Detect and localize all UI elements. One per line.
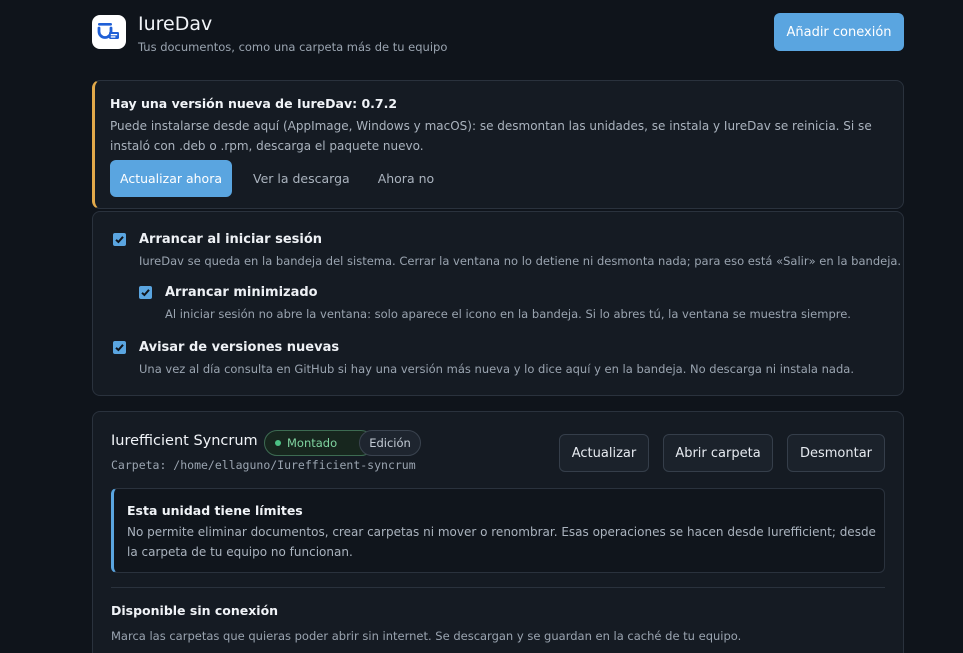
start-minimized-label[interactable]: Arrancar minimizado xyxy=(165,285,318,300)
app-title: IureDav xyxy=(138,13,213,35)
check-icon xyxy=(115,344,124,352)
offline-description: Marca las carpetas que quieras poder abr… xyxy=(111,629,742,643)
check-icon xyxy=(141,289,150,297)
update-notice-description: Puede instalarse desde aquí (AppImage, W… xyxy=(110,119,872,153)
notify-versions-checkbox[interactable] xyxy=(113,341,126,354)
divider xyxy=(111,587,885,588)
add-connection-button[interactable]: Añadir conexión xyxy=(774,13,904,51)
update-notice: Hay una versión nueva de IureDav: 0.7.2 … xyxy=(92,80,904,209)
unmount-button[interactable]: Desmontar xyxy=(787,434,885,472)
app-header: IureDav Tus documentos, como una carpeta… xyxy=(92,13,904,55)
status-badge: Montado xyxy=(264,430,374,456)
notify-versions-label[interactable]: Avisar de versiones nuevas xyxy=(139,340,339,355)
status-dot-icon xyxy=(275,440,281,446)
view-download-link[interactable]: Ver la descarga xyxy=(253,171,350,186)
check-icon xyxy=(115,236,124,244)
open-folder-button[interactable]: Abrir carpeta xyxy=(663,434,773,472)
offline-title: Disponible sin conexión xyxy=(111,603,279,618)
settings-panel: Arrancar al iniciar sesión IureDav se qu… xyxy=(92,211,904,396)
mode-badge: Edición xyxy=(359,430,421,456)
start-on-login-label[interactable]: Arrancar al iniciar sesión xyxy=(139,232,322,247)
update-now-button[interactable]: Actualizar ahora xyxy=(110,160,232,197)
app-logo-icon xyxy=(92,15,126,49)
limits-title: Esta unidad tiene límites xyxy=(127,503,303,518)
not-now-button[interactable]: Ahora no xyxy=(378,171,434,186)
status-badge-label: Montado xyxy=(287,436,338,450)
start-minimized-description: Al iniciar sesión no abre la ventana: so… xyxy=(165,307,851,321)
drive-limits-notice: Esta unidad tiene límites No permite eli… xyxy=(111,488,885,573)
start-minimized-checkbox[interactable] xyxy=(139,286,152,299)
drive-path: Carpeta: /home/ellaguno/Iurefficient-syn… xyxy=(111,458,416,472)
limits-description: No permite eliminar documentos, crear ca… xyxy=(127,525,876,559)
start-on-login-checkbox[interactable] xyxy=(113,233,126,246)
notify-versions-description: Una vez al día consulta en GitHub si hay… xyxy=(139,362,854,376)
drive-name: Iurefficient Syncrum xyxy=(111,433,258,449)
refresh-button[interactable]: Actualizar xyxy=(559,434,649,472)
drive-card: Iurefficient Syncrum Montado Edición Car… xyxy=(92,411,904,653)
update-actions: Actualizar ahora Ver la descarga Ahora n… xyxy=(110,160,434,197)
start-on-login-description: IureDav se queda en la bandeja del siste… xyxy=(139,254,902,268)
update-notice-title: Hay una versión nueva de IureDav: 0.7.2 xyxy=(110,96,398,111)
app-subtitle: Tus documentos, como una carpeta más de … xyxy=(138,40,448,54)
